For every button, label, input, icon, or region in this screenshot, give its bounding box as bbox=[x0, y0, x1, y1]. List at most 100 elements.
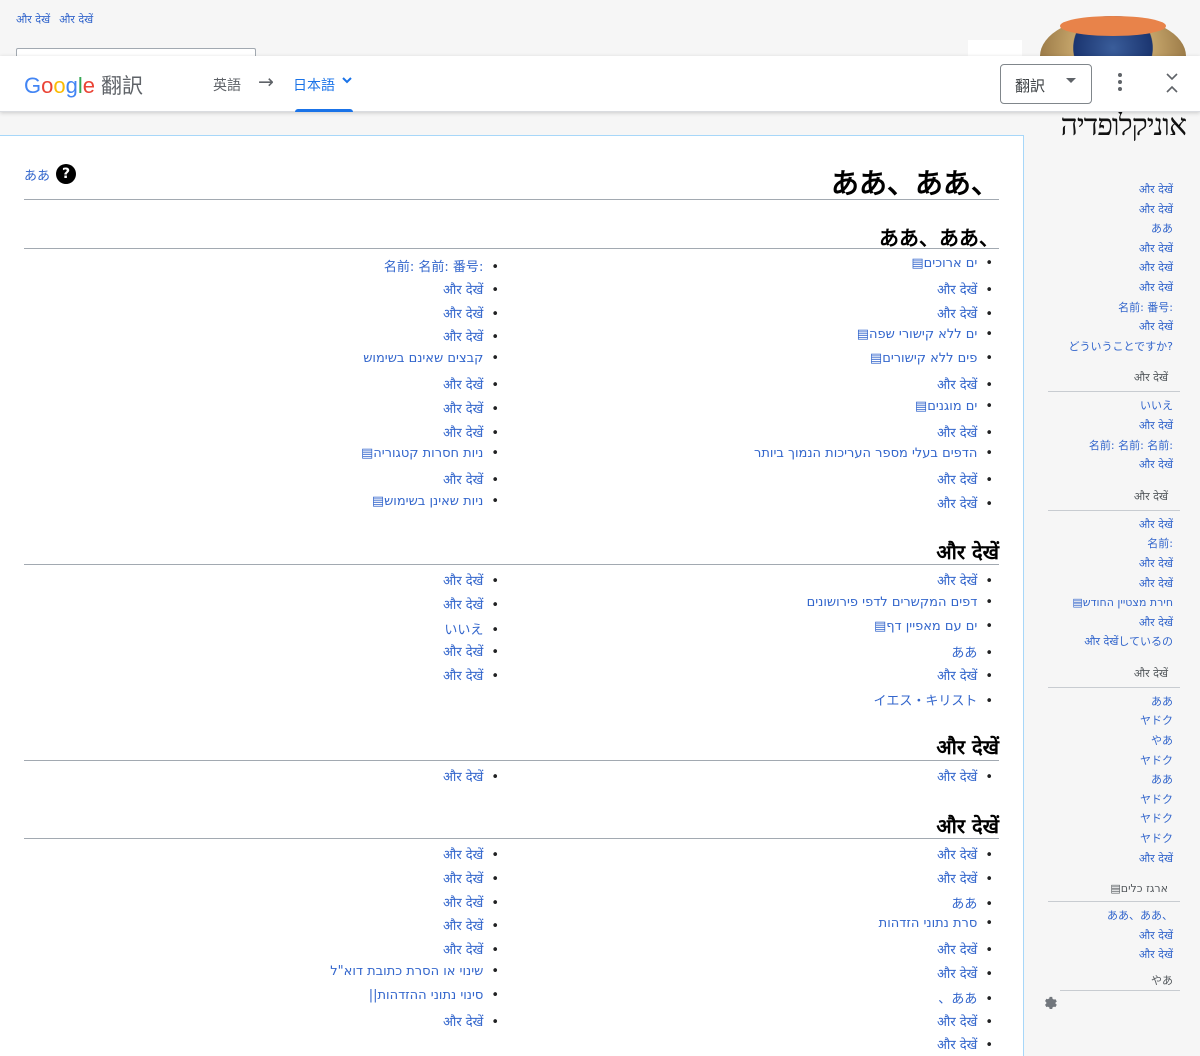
personal-link-1[interactable]: और देखें bbox=[16, 12, 50, 27]
sidebar-link[interactable]: ?どういうことですか bbox=[1040, 337, 1180, 357]
special-page-link[interactable]: ים מוגנים▤ bbox=[915, 399, 977, 414]
special-page-link[interactable]: और देखें bbox=[937, 943, 977, 958]
translate-mode-select[interactable]: 翻訳 bbox=[1000, 64, 1092, 104]
special-page-link[interactable]: और देखें bbox=[937, 848, 977, 863]
special-page-link[interactable]: और देखें bbox=[937, 872, 977, 887]
special-page-link[interactable]: פים ללא קישורים▤ bbox=[870, 351, 977, 366]
sidebar-link[interactable]: ヤドク bbox=[1040, 711, 1180, 731]
special-page-link[interactable]: और देखें bbox=[443, 402, 483, 417]
special-page-link[interactable]: ים ארוכים▤ bbox=[911, 256, 977, 271]
sidebar-link[interactable]: ヤドク bbox=[1040, 751, 1180, 771]
special-page-link[interactable]: और देखें bbox=[443, 283, 483, 298]
sidebar-link[interactable]: और देखें bbox=[1040, 613, 1180, 633]
special-page-link[interactable]: और देखें bbox=[937, 283, 977, 298]
special-page-link[interactable]: और देखें bbox=[937, 473, 977, 488]
sidebar-link[interactable]: और देखें bbox=[1040, 849, 1180, 869]
special-page-link[interactable]: और देखें bbox=[443, 473, 483, 488]
sidebar-link[interactable]: और देखें bbox=[1040, 416, 1180, 436]
sidebar-link[interactable]: いいえ bbox=[1040, 396, 1180, 416]
sidebar-link[interactable]: और देखें bbox=[1040, 180, 1180, 200]
search-input[interactable] bbox=[16, 48, 256, 56]
special-page-link[interactable]: और देखें bbox=[443, 378, 483, 393]
help-link-label[interactable]: ああ bbox=[24, 165, 50, 184]
sidebar-link[interactable]: और देखें bbox=[1040, 258, 1180, 278]
special-page-link[interactable]: और देखें bbox=[443, 770, 483, 785]
source-language-tab[interactable]: 英語 bbox=[213, 75, 241, 95]
special-page-link[interactable]: और देखें bbox=[443, 330, 483, 345]
special-page-link[interactable]: דפים המקשרים לדפי פירושונים bbox=[807, 595, 978, 610]
special-page-link[interactable]: סינוי נתוני ההזדהות|| bbox=[369, 988, 484, 1003]
sidebar-link[interactable]: और देखें bbox=[1040, 200, 1180, 220]
sidebar-link[interactable]: और देखें bbox=[1040, 239, 1180, 259]
special-page-link[interactable]: और देखें bbox=[443, 896, 483, 911]
sidebar-link[interactable]: और देखें bbox=[1040, 945, 1180, 965]
special-page-link[interactable]: और देखें bbox=[937, 378, 977, 393]
help-link[interactable]: ああ ? bbox=[24, 164, 77, 184]
special-page-link[interactable]: और देखें bbox=[937, 497, 977, 512]
help-icon[interactable]: ? bbox=[56, 164, 77, 184]
sidebar-link[interactable]: ああ bbox=[1040, 692, 1180, 712]
special-page-link[interactable]: イエス・キリスト bbox=[873, 694, 977, 709]
special-page-link[interactable]: और देखें bbox=[937, 770, 977, 785]
special-page-link[interactable]: और देखें bbox=[937, 307, 977, 322]
special-page-link[interactable]: और देखें bbox=[937, 1038, 977, 1053]
special-page-link[interactable]: סרת נתוני הזדהות bbox=[879, 916, 978, 931]
special-page-link[interactable]: और देखें bbox=[443, 598, 483, 613]
sidebar-link[interactable]: :名前 bbox=[1040, 534, 1180, 554]
sidebar-link[interactable]: ヤドク bbox=[1040, 790, 1180, 810]
sidebar-link[interactable]: ああ bbox=[1040, 770, 1180, 790]
sidebar-link[interactable]: ヤドク bbox=[1040, 829, 1180, 849]
special-page-link[interactable]: और देखें bbox=[443, 574, 483, 589]
special-page-link[interactable]: और देखें bbox=[443, 848, 483, 863]
sidebar-link[interactable]: חירת מצטיין החודש▤ bbox=[1040, 593, 1180, 613]
google-translate-logo[interactable]: Google 翻訳 bbox=[24, 70, 143, 100]
special-page-link[interactable]: קבצים שאינם בשימוש bbox=[363, 351, 483, 366]
personal-link-2[interactable]: और देखें bbox=[59, 12, 93, 27]
target-language-tab[interactable]: 日本語 bbox=[293, 75, 335, 95]
sidebar-link[interactable]: और देखेंしているの bbox=[1040, 632, 1180, 652]
special-page-link[interactable]: और देखें bbox=[443, 426, 483, 441]
special-page-link[interactable]: और देखें bbox=[937, 669, 977, 684]
sidebar-link[interactable]: ヤドク bbox=[1040, 809, 1180, 829]
sidebar-link[interactable]: और देखें bbox=[1040, 317, 1180, 337]
special-page-link[interactable]: और देखें bbox=[937, 967, 977, 982]
sidebar-link[interactable]: और देखें bbox=[1040, 278, 1180, 298]
special-page-link[interactable]: :名前: 名前: 番号 bbox=[384, 260, 483, 275]
special-page-link[interactable]: और देखें bbox=[443, 307, 483, 322]
special-page-link[interactable]: और देखें bbox=[443, 872, 483, 887]
collapse-icon[interactable] bbox=[1163, 72, 1181, 97]
sidebar-link[interactable]: और देखें bbox=[1040, 455, 1180, 475]
special-page-link[interactable]: ים עם מאפיין דף▤ bbox=[874, 619, 977, 634]
sidebar-link[interactable]: और देखें bbox=[1040, 515, 1180, 535]
special-page-link[interactable]: और देखें bbox=[937, 1015, 977, 1030]
site-logo[interactable] bbox=[1040, 16, 1186, 56]
special-page-link[interactable]: ああ bbox=[951, 646, 977, 661]
sidebar-link[interactable]: ああ bbox=[1040, 219, 1180, 239]
special-page-link[interactable]: और देखें bbox=[443, 943, 483, 958]
sidebar-link[interactable]: और देखें bbox=[1040, 554, 1180, 574]
special-page-link[interactable]: הדפים בעלי מספר העריכות הנמוך ביותר bbox=[754, 446, 977, 461]
sidebar-link[interactable]: और देखें bbox=[1040, 926, 1180, 946]
chevron-down-icon[interactable] bbox=[341, 74, 353, 90]
special-page-link[interactable]: और देखें bbox=[443, 1015, 483, 1030]
sidebar-link[interactable]: 、ああ、ああ bbox=[1040, 906, 1180, 926]
special-page-link[interactable]: और देखें bbox=[937, 426, 977, 441]
more-options-icon[interactable] bbox=[1112, 72, 1128, 92]
special-page-link[interactable]: और देखें bbox=[443, 919, 483, 934]
special-page-link[interactable]: שינוי או הסרת כתובת דוא"ל bbox=[330, 964, 483, 979]
special-page-link[interactable]: いいえ bbox=[444, 623, 483, 638]
special-page-link[interactable]: ああ、 bbox=[938, 992, 977, 1007]
special-page-link[interactable]: ああ bbox=[951, 897, 977, 912]
special-page-link[interactable]: ניות חסרות קטגוריה▤ bbox=[361, 446, 483, 461]
logo-wordmark[interactable]: אוניקלופדיה bbox=[1036, 108, 1187, 143]
special-page-link[interactable]: और देखें bbox=[937, 574, 977, 589]
sidebar-link[interactable]: और देखें bbox=[1040, 574, 1180, 594]
sidebar-link[interactable]: :名前: 番号 bbox=[1040, 298, 1180, 318]
special-page-link[interactable]: ניות שאינן בשימוש▤ bbox=[372, 494, 484, 509]
gear-icon[interactable] bbox=[1042, 994, 1057, 1013]
special-page-link[interactable]: और देखें bbox=[443, 669, 483, 684]
sidebar-link[interactable]: :名前: 名前: 名前 bbox=[1040, 436, 1180, 456]
sidebar-link[interactable]: やあ bbox=[1040, 731, 1180, 751]
special-page-link[interactable]: और देखें bbox=[443, 645, 483, 660]
special-page-link[interactable]: ים ללא קישורי שפה▤ bbox=[857, 327, 978, 342]
